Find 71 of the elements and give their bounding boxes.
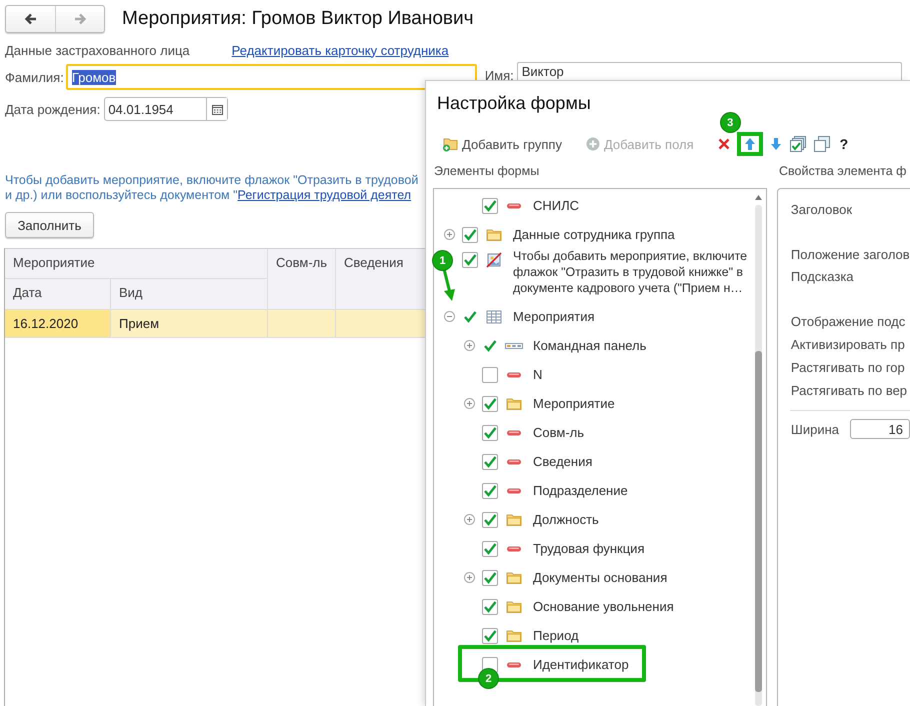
folder-icon (506, 600, 522, 613)
toolbar-icon (505, 342, 523, 350)
folder-icon (506, 513, 522, 526)
callout-badge: 2 (479, 669, 498, 688)
help-button[interactable]: ? (834, 132, 852, 156)
property-label: Положение заголов (790, 246, 910, 264)
table-cell: 16.12.2020 (5, 310, 111, 338)
callout-badge: 3 (720, 113, 740, 132)
property-label: Отображение подс (790, 313, 906, 331)
table-cell: Прием (111, 310, 268, 338)
folder-icon (506, 571, 522, 584)
field-icon (506, 544, 522, 552)
property-label: Заголовок (790, 201, 854, 219)
field-label: Фамилия: (4, 70, 64, 84)
document-link[interactable]: Регистрация трудовой деятел (238, 188, 412, 202)
panel-label: Свойства элемента ф (779, 164, 906, 180)
column-header[interactable]: Сведения (336, 249, 426, 310)
checkbox[interactable] (462, 252, 478, 268)
info-text: и др.) или воспользуйтесь документом "Регистрация трудовой деятел (5, 188, 412, 203)
tree-item[interactable]: СНИЛС (533, 198, 580, 213)
date-field[interactable]: 04.01.1954 (104, 97, 228, 121)
property-label: Ширина (790, 422, 839, 436)
checkbox[interactable] (482, 198, 498, 214)
section-label: Данные застрахованного лица (5, 42, 190, 58)
property-label: Активизировать пр (790, 336, 906, 354)
field-icon (506, 428, 522, 436)
edit-employee-link[interactable]: Редактировать карточку сотрудника (232, 42, 449, 58)
callout-badge: 1 (433, 251, 452, 270)
field-label: Дата рождения: (4, 102, 100, 116)
property-label: Растягивать по гор (790, 359, 906, 377)
up-arrow-icon (744, 137, 756, 151)
scrollbar[interactable] (754, 205, 762, 706)
add-group-button[interactable]: Добавить группу (438, 132, 582, 156)
dialog-title: Настройка формы (437, 93, 592, 115)
property-label: Подсказка (790, 268, 855, 286)
field-icon (506, 202, 522, 210)
column-header[interactable]: Вид (111, 279, 268, 310)
checked-pages-icon (790, 136, 806, 152)
folder-icon (506, 397, 522, 410)
panel-label: Элементы формы (434, 164, 540, 180)
checkbox[interactable] (462, 226, 478, 242)
folder-icon (506, 629, 522, 642)
scroll-up-icon[interactable] (754, 195, 762, 200)
calendar-button[interactable] (206, 98, 228, 120)
column-header[interactable]: Дата (5, 279, 111, 310)
fill-button[interactable]: Заполнить (5, 212, 94, 238)
calendar-icon (212, 104, 223, 114)
folder-plus-icon (442, 136, 458, 152)
close-icon (718, 138, 730, 150)
down-arrow-icon (770, 137, 782, 151)
text-field[interactable]: Громов (66, 64, 477, 90)
field-label: Имя: (484, 68, 514, 82)
field-icon (506, 370, 522, 378)
window-title: Мероприятия: Громов Виктор Иванович (122, 8, 474, 30)
tree-item[interactable]: Данные сотрудника группа (513, 227, 675, 242)
folder-icon (486, 228, 502, 241)
move-up-button[interactable] (736, 132, 763, 156)
column-header[interactable]: Мероприятие (5, 249, 268, 279)
tree-item[interactable]: Чтобы добавить мероприятие, включите флажок "Отразить в трудовой книжке" в документе кадрового учета ("Прием н… (513, 248, 751, 296)
table-icon (486, 310, 502, 324)
property-label: Растягивать по вер (790, 382, 908, 400)
column-header[interactable]: Совм-ль (268, 249, 336, 310)
info-text: Чтобы добавить мероприятие, включите флажок "Отразить в трудовой (5, 173, 418, 188)
width-field[interactable]: 16 (850, 419, 910, 439)
pages-icon (814, 136, 830, 152)
plus-circle-icon (586, 137, 600, 151)
crossed-picture-icon (486, 252, 502, 268)
field-icon (506, 458, 522, 466)
expand-icon[interactable] (444, 229, 454, 240)
field-icon (506, 486, 522, 494)
field-icon (506, 660, 522, 668)
